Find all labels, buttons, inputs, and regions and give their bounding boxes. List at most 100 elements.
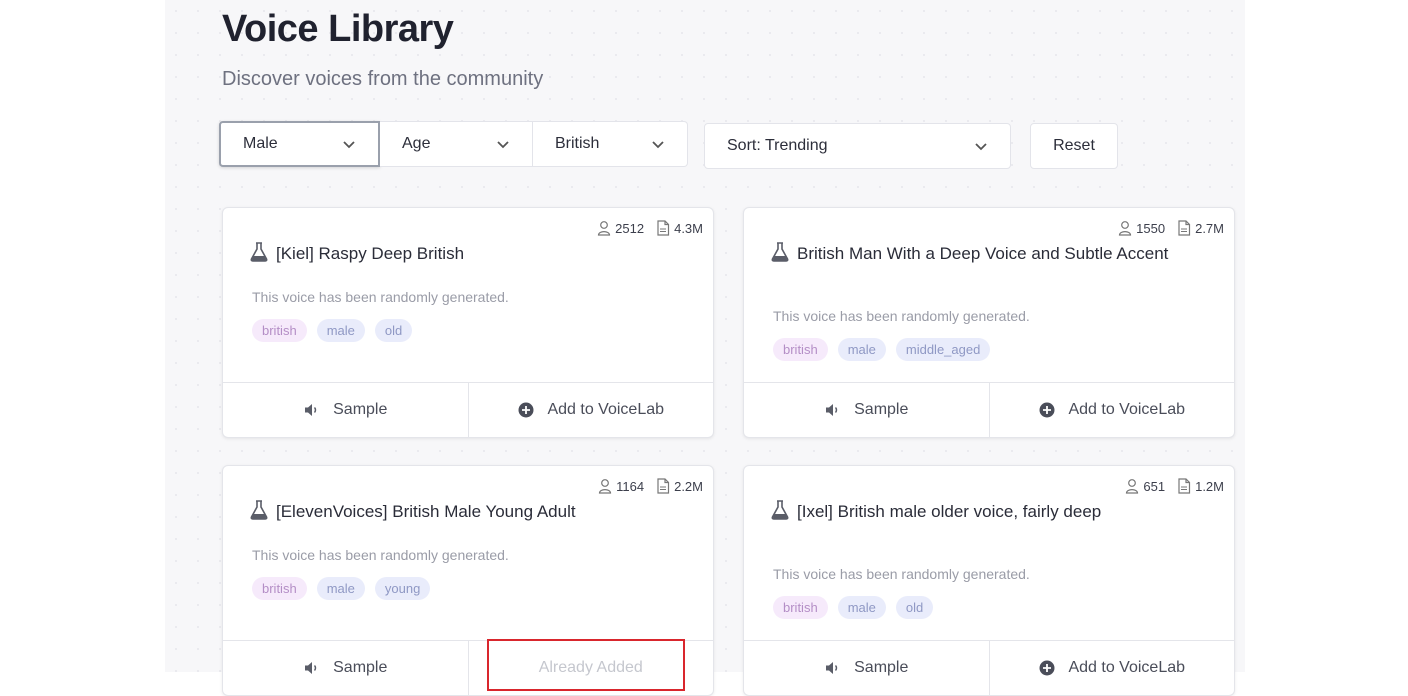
file-icon: [657, 478, 670, 494]
add-label: Already Added: [538, 659, 643, 676]
flask-icon: [250, 500, 268, 520]
voice-tags: british male old: [773, 596, 934, 619]
voice-description: This voice has been randomly generated.: [773, 566, 1030, 582]
speaker-icon: [826, 404, 838, 416]
plus-circle-icon: [1039, 402, 1055, 418]
sample-button[interactable]: Sample: [223, 383, 468, 437]
file-icon: [1178, 478, 1191, 494]
add-label: Add to VoiceLab: [547, 401, 665, 418]
user-count: 1164: [616, 478, 645, 494]
voice-stats: 651 1.2M: [1125, 478, 1224, 494]
sample-label: Sample: [854, 401, 909, 418]
sample-button[interactable]: Sample: [744, 641, 989, 695]
voice-stats: 1164 2.2M: [598, 478, 703, 494]
tag-old: old: [374, 319, 413, 342]
voice-title-text: British Man With a Deep Voice and Subtle…: [797, 244, 1169, 263]
voice-card-body: 651 1.2M [Ixel] British male older voice…: [744, 466, 1234, 640]
already-added-button: Already Added: [467, 639, 714, 695]
flask-icon: [771, 500, 789, 520]
page-title: Voice Library: [222, 8, 454, 50]
voice-card: 1550 2.7M British Man With a Deep Voice …: [743, 207, 1235, 438]
voice-title: [Ixel] British male older voice, fairly …: [771, 500, 1184, 522]
chevron-down-icon: [497, 141, 509, 149]
tag-male: male: [837, 338, 886, 361]
gender-filter-dropdown[interactable]: Male: [219, 121, 380, 167]
speaker-icon: [305, 404, 317, 416]
voice-stats: 1550 2.7M: [1118, 220, 1224, 236]
filter-group: Male Age British: [219, 121, 688, 169]
voice-card-footer: Sample Add to VoiceLab: [744, 382, 1234, 437]
voice-card: 2512 4.3M [Kiel] Raspy Deep British This…: [222, 207, 714, 438]
chevron-down-icon: [652, 141, 664, 149]
voice-card-footer: Sample Add to VoiceLab: [223, 382, 713, 437]
plus-circle-icon: [518, 402, 534, 418]
sample-button[interactable]: Sample: [744, 383, 989, 437]
voice-title: British Man With a Deep Voice and Subtle…: [771, 242, 1184, 264]
add-to-voicelab-button[interactable]: Add to VoiceLab: [988, 641, 1235, 695]
tag-male: male: [316, 319, 365, 342]
flask-icon: [771, 242, 789, 262]
voice-description: This voice has been randomly generated.: [252, 289, 509, 305]
file-size: 1.2M: [1195, 478, 1224, 494]
user-count: 1550: [1136, 220, 1166, 236]
voice-tags: british male old: [252, 319, 413, 342]
user-icon: [598, 221, 611, 236]
flask-icon: [250, 242, 268, 262]
voice-title-text: [Kiel] Raspy Deep British: [276, 244, 465, 263]
user-icon: [1126, 479, 1139, 494]
tag-british: british: [773, 596, 828, 619]
voice-title: [Kiel] Raspy Deep British: [250, 242, 663, 264]
voice-title-text: [ElevenVoices] British Male Young Adult: [276, 502, 576, 521]
voice-description: This voice has been randomly generated.: [252, 547, 509, 563]
add-label: Add to VoiceLab: [1068, 659, 1186, 676]
voice-stats: 2512 4.3M: [597, 220, 703, 236]
sample-label: Sample: [333, 401, 388, 418]
speaker-icon: [826, 662, 838, 674]
voice-card-footer: Sample Already Added: [223, 639, 714, 695]
tag-middle-aged: middle_aged: [895, 338, 991, 361]
tag-young: young: [374, 577, 431, 600]
file-size: 2.7M: [1195, 220, 1224, 236]
file-size: 4.3M: [674, 220, 703, 236]
gender-filter-value: Male: [243, 135, 278, 152]
voice-tags: british male young: [252, 577, 431, 600]
reset-button[interactable]: Reset: [1030, 123, 1118, 169]
user-count: 651: [1143, 478, 1166, 494]
tag-british: british: [773, 338, 828, 361]
file-icon: [1178, 220, 1191, 236]
tag-male: male: [837, 596, 886, 619]
page-subtitle: Discover voices from the community: [222, 68, 544, 90]
accent-filter-dropdown[interactable]: British: [533, 121, 688, 167]
voice-card: 651 1.2M [Ixel] British male older voice…: [743, 465, 1235, 696]
age-filter-value: Age: [402, 135, 431, 152]
user-icon: [599, 479, 612, 494]
tag-old: old: [895, 596, 934, 619]
voice-card-footer: Sample Add to VoiceLab: [744, 640, 1234, 695]
user-icon: [1119, 221, 1132, 236]
voice-title: [ElevenVoices] British Male Young Adult: [250, 500, 663, 522]
file-size: 2.2M: [674, 478, 703, 494]
add-to-voicelab-button[interactable]: Add to VoiceLab: [467, 383, 714, 437]
plus-circle-icon: [1039, 660, 1055, 676]
sort-dropdown[interactable]: Sort: Trending: [704, 123, 1011, 169]
sort-value: Sort: Trending: [727, 137, 828, 154]
chevron-down-icon: [343, 141, 355, 149]
add-to-voicelab-button[interactable]: Add to VoiceLab: [988, 383, 1235, 437]
voice-title-text: [Ixel] British male older voice, fairly …: [797, 502, 1102, 521]
sample-label: Sample: [854, 659, 909, 676]
age-filter-dropdown[interactable]: Age: [380, 121, 533, 167]
add-label: Add to VoiceLab: [1068, 401, 1186, 418]
sample-button[interactable]: Sample: [223, 641, 468, 695]
voice-card-body: 1550 2.7M British Man With a Deep Voice …: [744, 208, 1234, 382]
voice-card: 1164 2.2M [ElevenVoices] British Male Yo…: [222, 465, 714, 696]
voice-description: This voice has been randomly generated.: [773, 308, 1030, 324]
user-count: 2512: [615, 220, 645, 236]
chevron-down-icon: [975, 143, 987, 151]
voice-tags: british male middle_aged: [773, 338, 991, 361]
file-icon: [657, 220, 670, 236]
accent-filter-value: British: [555, 135, 600, 152]
voice-card-body: 1164 2.2M [ElevenVoices] British Male Yo…: [223, 466, 713, 640]
speaker-icon: [305, 662, 317, 674]
sample-label: Sample: [333, 659, 388, 676]
tag-british: british: [252, 319, 307, 342]
